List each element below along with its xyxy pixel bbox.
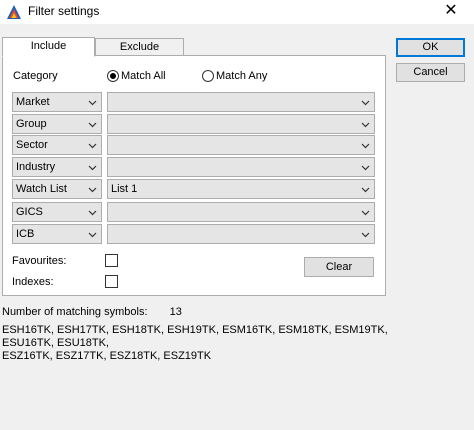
matching-symbols-list: ESH16TK, ESH17TK, ESH18TK, ESH19TK, ESM1… [2,324,432,363]
indexes-label: Indexes: [12,276,54,288]
gics-value-select[interactable] [107,202,375,222]
icb-field-select[interactable]: ICB [12,224,102,244]
chevron-down-icon [361,143,370,149]
group-value-select[interactable] [107,114,375,134]
industry-field-select[interactable]: Industry [12,157,102,177]
cancel-button-label: Cancel [413,66,448,78]
chevron-down-icon [361,165,370,171]
sector-value-select[interactable] [107,135,375,155]
watch-list-field-value: Watch List [16,183,67,195]
chevron-down-icon [88,100,97,106]
matching-symbols-line: ESZ16TK, ESZ17TK, ESZ18TK, ESZ19TK [2,350,212,362]
chevron-down-icon [88,187,97,193]
watch-list-value-select[interactable]: List 1 [107,179,375,199]
tab-include[interactable]: Include [2,37,95,57]
chevron-down-icon [88,143,97,149]
market-field-value: Market [16,96,50,108]
indexes-checkbox[interactable] [105,275,118,288]
window-title: Filter settings [28,4,100,18]
industry-value-select[interactable] [107,157,375,177]
chevron-down-icon [361,100,370,106]
icb-field-value: ICB [16,228,35,240]
group-field-select[interactable]: Group [12,114,102,134]
matching-count-row: Number of matching symbols: 13 [2,306,182,318]
tab-exclude[interactable]: Exclude [95,38,184,56]
tab-exclude-label: Exclude [119,41,160,53]
gics-field-value: GICS [16,206,43,218]
market-value-select[interactable] [107,92,375,112]
matching-symbols-line: ESH16TK, ESH17TK, ESH18TK, ESH19TK, ESM1… [2,324,388,349]
gics-field-select[interactable]: GICS [12,202,102,222]
chevron-down-icon [361,210,370,216]
sector-field-value: Sector [16,139,48,151]
match-any-label: Match Any [216,70,268,82]
chevron-down-icon [361,187,370,193]
ok-button-label: OK [422,41,439,53]
market-field-select[interactable]: Market [12,92,102,112]
close-icon: ✕ [444,2,458,19]
match-all-label: Match All [121,70,166,82]
title-bar: Filter settings ✕ [0,0,474,24]
chevron-down-icon [88,122,97,128]
clear-button-label: Clear [325,261,353,273]
chevron-down-icon [88,165,97,171]
chevron-down-icon [88,232,97,238]
tab-include-label: Include [30,40,67,52]
ok-button[interactable]: OK [396,38,465,57]
app-logo-icon [7,5,21,19]
industry-field-value: Industry [16,161,56,173]
icb-value-select[interactable] [107,224,375,244]
chevron-down-icon [361,232,370,238]
favourites-label: Favourites: [12,255,67,267]
cancel-button[interactable]: Cancel [396,63,465,82]
matching-count-value: 13 [169,306,182,318]
chevron-down-icon [88,210,97,216]
match-any-radio[interactable] [202,70,214,82]
clear-button[interactable]: Clear [304,257,374,277]
category-label: Category [13,70,58,82]
group-field-value: Group [16,118,47,130]
favourites-checkbox[interactable] [105,254,118,267]
watch-list-field-select[interactable]: Watch List [12,179,102,199]
include-panel: Category Match All Match Any Market Grou… [2,55,386,296]
matching-count-label: Number of matching symbols: [2,306,148,318]
watch-list-value: List 1 [111,183,138,195]
chevron-down-icon [361,122,370,128]
sector-field-select[interactable]: Sector [12,135,102,155]
close-button[interactable]: ✕ [428,0,474,24]
match-all-radio[interactable] [107,70,119,82]
